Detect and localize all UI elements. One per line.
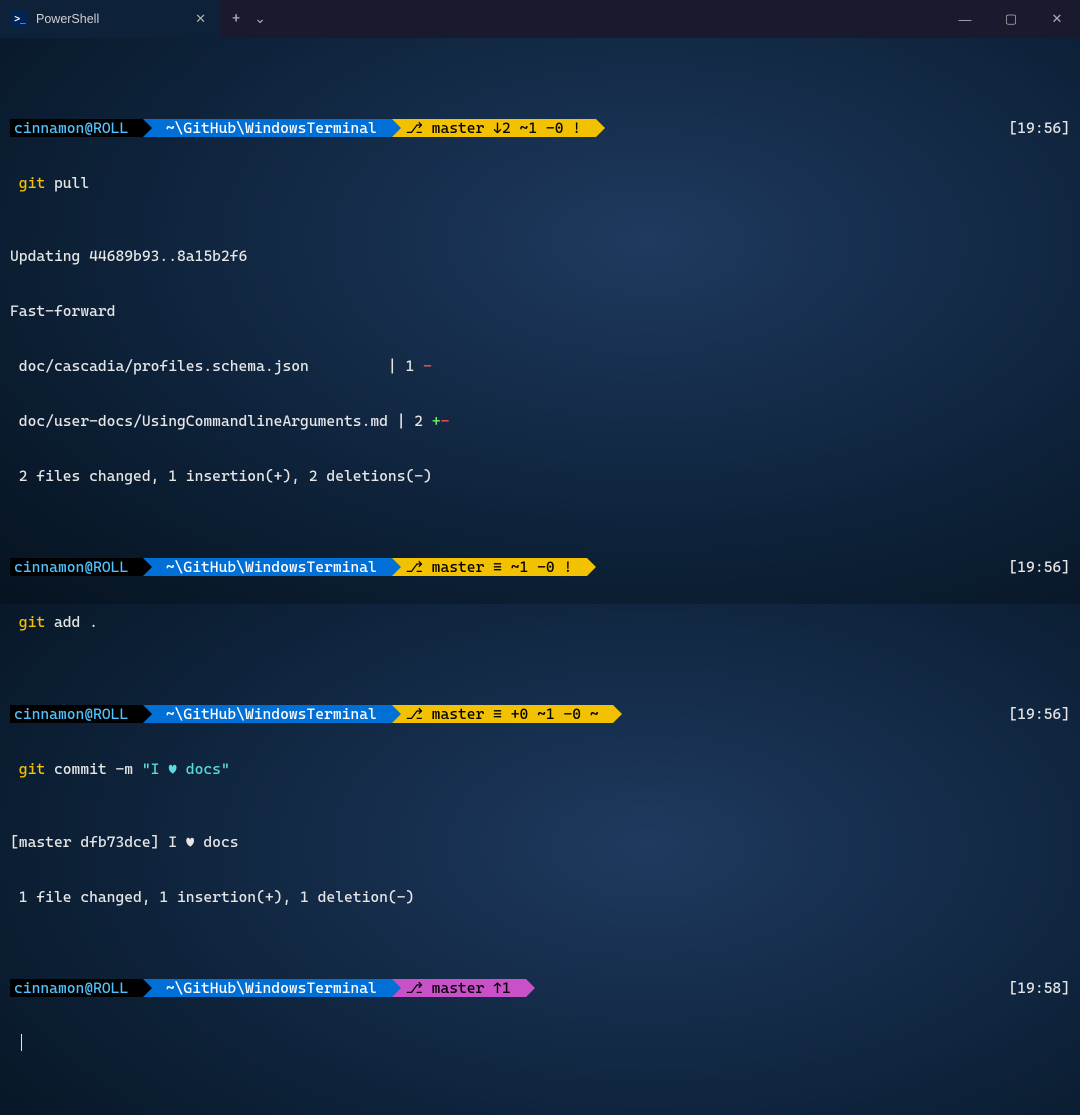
branch-icon: ⎇ <box>406 979 423 997</box>
output-line: Fast-forward <box>10 302 1070 320</box>
git-branch-segment: ⎇ master ↓2 ~1 -0 ! <box>392 119 596 137</box>
git-branch-segment: ⎇ master ↑1 <box>392 979 526 997</box>
tab-dropdown-icon[interactable]: ⌄ <box>254 11 266 27</box>
output-summary: 1 file changed, 1 insertion(+), 1 deleti… <box>10 888 1070 906</box>
prompt-line: cinnamon@ROLL ~\GitHub\WindowsTerminal ⎇… <box>10 979 1070 997</box>
user-host-segment: cinnamon@ROLL <box>10 979 143 997</box>
tab-powershell[interactable]: >_ PowerShell ✕ <box>0 0 220 38</box>
prompt-head <box>10 1034 19 1052</box>
timestamp: [19:58] <box>1008 979 1070 997</box>
output-line: Updating 44689b93..8a15b2f6 <box>10 247 1070 265</box>
user-host-segment: cinnamon@ROLL <box>10 558 143 576</box>
command-line: git pull <box>10 174 1070 192</box>
prompt-line: cinnamon@ROLL ~\GitHub\WindowsTerminal ⎇… <box>10 558 1070 576</box>
cursor <box>21 1034 23 1051</box>
command-args: add . <box>54 613 98 631</box>
path-segment: ~\GitHub\WindowsTerminal <box>143 979 392 997</box>
terminal-window: >_ PowerShell ✕ + ⌄ — ▢ ✕ cinnamon@ROLL … <box>0 0 1080 604</box>
active-prompt[interactable] <box>10 1034 1070 1052</box>
command-args: commit -m <box>54 760 142 778</box>
timestamp: [19:56] <box>1008 119 1070 137</box>
command-args: pull <box>54 174 89 192</box>
terminal-body[interactable]: cinnamon@ROLL ~\GitHub\WindowsTerminal ⎇… <box>0 38 1080 1115</box>
branch-icon: ⎇ <box>406 119 423 137</box>
powershell-icon: >_ <box>12 11 28 27</box>
user-host-segment: cinnamon@ROLL <box>10 705 143 723</box>
git-branch-segment: ⎇ master ≡ +0 ~1 -0 ~ <box>392 705 614 723</box>
path-segment: ~\GitHub\WindowsTerminal <box>143 558 392 576</box>
diff-minus: - <box>423 357 432 375</box>
new-tab-button[interactable]: + <box>232 11 240 27</box>
titlebar: >_ PowerShell ✕ + ⌄ — ▢ ✕ <box>0 0 1080 38</box>
maximize-button[interactable]: ▢ <box>988 0 1034 38</box>
output-commit: [master dfb73dce] I ♥ docs <box>10 833 1070 851</box>
window-controls: — ▢ ✕ <box>942 0 1080 38</box>
branch-icon: ⎇ <box>406 558 423 576</box>
command-git: git <box>10 760 54 778</box>
timestamp: [19:56] <box>1008 558 1070 576</box>
tab-actions: + ⌄ <box>220 0 278 38</box>
diff-plus: + <box>432 412 441 430</box>
path-segment: ~\GitHub\WindowsTerminal <box>143 119 392 137</box>
command-git: git <box>10 174 54 192</box>
path-segment: ~\GitHub\WindowsTerminal <box>143 705 392 723</box>
output-diff-line: doc/cascadia/profiles.schema.json | 1 - <box>10 357 1070 375</box>
command-git: git <box>10 613 54 631</box>
git-branch-segment: ⎇ master ≡ ~1 -0 ! <box>392 558 588 576</box>
output-summary: 2 files changed, 1 insertion(+), 2 delet… <box>10 467 1070 485</box>
string-literal: "I ♥ docs" <box>142 760 230 778</box>
prompt-line: cinnamon@ROLL ~\GitHub\WindowsTerminal ⎇… <box>10 119 1070 137</box>
branch-icon: ⎇ <box>406 705 423 723</box>
command-line: git commit -m "I ♥ docs" <box>10 760 1070 778</box>
minimize-button[interactable]: — <box>942 0 988 38</box>
prompt-line: cinnamon@ROLL ~\GitHub\WindowsTerminal ⎇… <box>10 705 1070 723</box>
close-tab-icon[interactable]: ✕ <box>191 7 210 31</box>
tab-title: PowerShell <box>36 12 99 26</box>
user-host-segment: cinnamon@ROLL <box>10 119 143 137</box>
output-diff-line: doc/user-docs/UsingCommandlineArguments.… <box>10 412 1070 430</box>
close-button[interactable]: ✕ <box>1034 0 1080 38</box>
command-line: git add . <box>10 613 1070 631</box>
timestamp: [19:56] <box>1008 705 1070 723</box>
diff-minus: - <box>441 412 450 430</box>
